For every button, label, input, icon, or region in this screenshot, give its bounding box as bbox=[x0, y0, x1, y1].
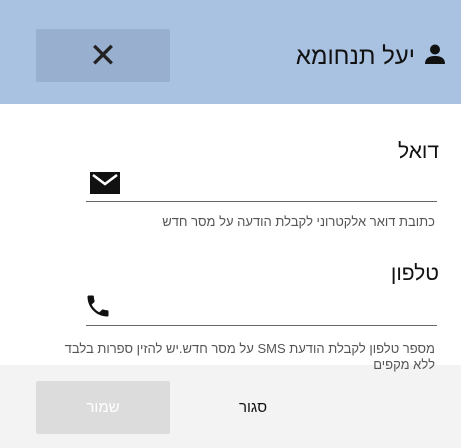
cancel-button[interactable]: סגור bbox=[186, 381, 320, 434]
phone-underline bbox=[86, 325, 437, 326]
dialog-header: ✕ יעל תנחומא bbox=[0, 0, 461, 104]
save-button[interactable]: שמור bbox=[36, 381, 170, 434]
person-icon bbox=[423, 42, 447, 73]
user-name: יעל תנחומא bbox=[295, 43, 415, 70]
user-title: יעל תנחומא bbox=[296, 41, 447, 73]
email-field[interactable] bbox=[86, 165, 437, 200]
phone-label: טלפון bbox=[390, 262, 439, 285]
phone-helper-text: מספר טלפון לקבלת הודעת SMS על מסר חדש.יש… bbox=[64, 341, 435, 372]
email-label: דואל bbox=[398, 140, 439, 163]
close-icon: ✕ bbox=[88, 36, 118, 75]
email-helper-text: כתובת דואר אלקטרוני לקבלת הודעה על מסר ח… bbox=[162, 214, 435, 229]
phone-field[interactable] bbox=[86, 288, 437, 324]
email-underline bbox=[86, 201, 437, 202]
close-button[interactable]: ✕ bbox=[36, 29, 170, 82]
